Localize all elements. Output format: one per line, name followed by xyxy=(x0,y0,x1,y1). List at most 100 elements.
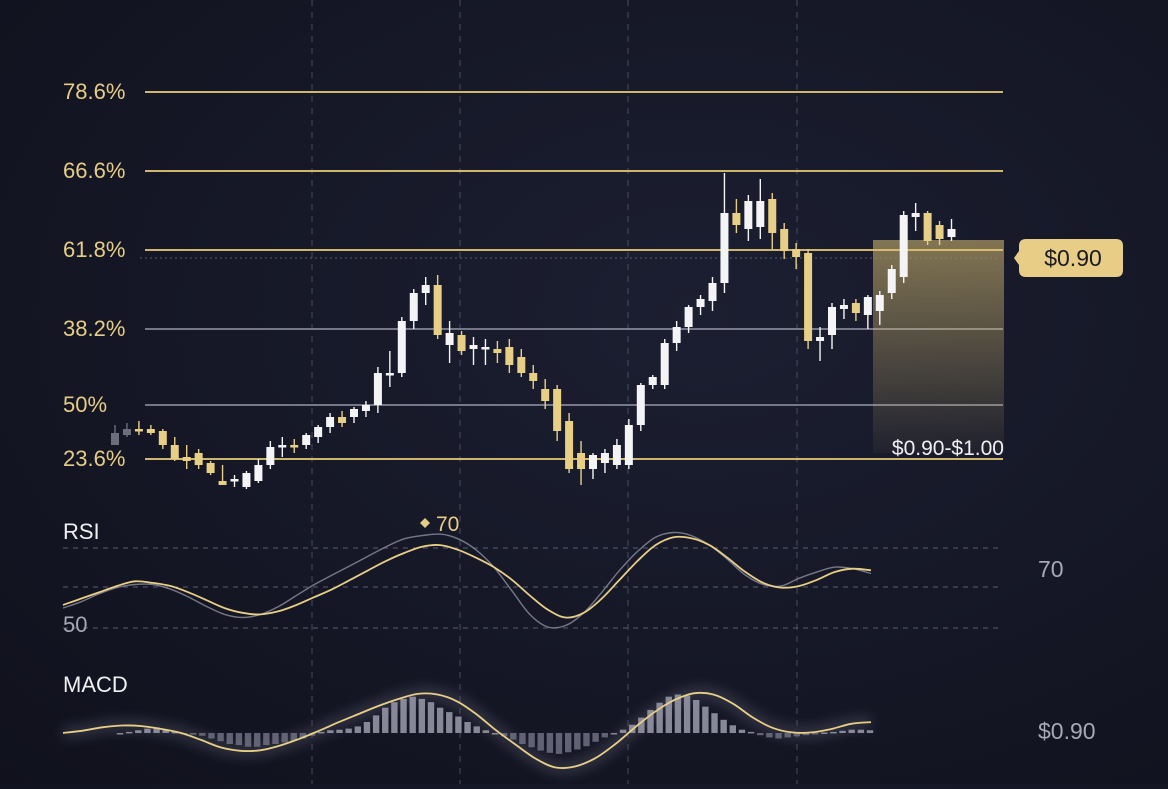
candle xyxy=(445,321,454,363)
candle xyxy=(373,367,382,413)
candle-body xyxy=(182,457,191,461)
candle xyxy=(804,249,813,349)
candle-body xyxy=(816,337,825,341)
macd-histogram-bar xyxy=(482,730,490,733)
macd-histogram-bar xyxy=(125,731,133,734)
candle xyxy=(397,317,406,377)
candle xyxy=(947,219,956,241)
candle xyxy=(756,179,765,239)
macd-histogram-bar xyxy=(409,696,416,733)
candle-body xyxy=(111,433,119,445)
macd-histogram-bar xyxy=(811,733,819,735)
macd-histogram-bar xyxy=(244,733,252,747)
candle-body xyxy=(230,479,239,482)
candle-body xyxy=(696,299,705,307)
macd-histogram-bar xyxy=(226,733,233,744)
candle-body xyxy=(529,373,538,381)
macd-histogram-bar xyxy=(446,712,453,733)
candle xyxy=(600,449,609,473)
macd-histogram-bar xyxy=(336,729,343,733)
candle-body xyxy=(839,305,848,309)
candle-body xyxy=(469,345,478,349)
candle-body xyxy=(887,269,896,293)
macd-histogram-bar xyxy=(574,733,581,750)
macd-histogram-bar xyxy=(135,730,142,733)
macd-histogram-bar xyxy=(272,733,279,744)
macd-histogram-bar xyxy=(345,728,352,733)
candle xyxy=(624,419,633,469)
candle-body xyxy=(589,455,597,469)
macd-histogram-bar xyxy=(610,733,618,735)
candle xyxy=(768,193,777,249)
macd-histogram-bar xyxy=(839,730,846,733)
candle xyxy=(828,303,836,349)
candle-body xyxy=(146,429,155,433)
macd-histogram-bar xyxy=(775,733,782,739)
candle-body xyxy=(600,453,609,463)
candle-body xyxy=(170,445,179,459)
macd-histogram-bar xyxy=(583,733,590,747)
macd-histogram-bar xyxy=(857,729,865,733)
macd-histogram-bar xyxy=(235,733,243,746)
chart-svg: 78.6% 66.6% 61.8% 38.2% 50% 23.6% $0.90-$1.00… xyxy=(62,0,1123,784)
macd-histogram-bar xyxy=(848,729,855,733)
candle xyxy=(505,339,514,373)
macd-histogram-bar xyxy=(363,722,371,733)
candle xyxy=(816,327,825,361)
candle-body xyxy=(935,225,944,239)
price-tag-value: $0.90 xyxy=(1044,245,1102,271)
candle-body xyxy=(361,405,370,411)
candle-body xyxy=(242,473,251,487)
macd-histogram-bar xyxy=(821,732,828,734)
rsi-left-label: 50 xyxy=(63,612,87,637)
macd-histogram-bar xyxy=(683,695,691,733)
candle xyxy=(278,437,287,457)
candle xyxy=(409,289,418,329)
candle-body xyxy=(517,357,526,373)
candle-body xyxy=(122,429,131,435)
candle-body xyxy=(732,213,741,225)
fib-level-label: 66.6% xyxy=(63,158,125,183)
rsi-right-label: 70 xyxy=(1038,556,1064,582)
candle-body xyxy=(684,307,693,327)
rsi-title: RSI xyxy=(63,519,100,544)
candle xyxy=(326,413,335,433)
macd-histogram-bar xyxy=(619,729,627,733)
candle-body xyxy=(421,285,430,293)
candle xyxy=(134,421,143,435)
macd-histogram-bar xyxy=(510,733,517,740)
candle-body xyxy=(624,425,633,465)
macd-histogram-bar xyxy=(866,730,874,733)
candle xyxy=(457,331,466,355)
candle xyxy=(577,441,586,485)
candle-body xyxy=(923,213,932,241)
candle xyxy=(350,407,358,423)
macd-histogram-bar xyxy=(455,716,462,733)
candle-body xyxy=(708,283,717,301)
candle-body xyxy=(612,445,621,465)
rsi-series-line xyxy=(62,531,872,629)
macd-histogram-bar xyxy=(564,733,572,753)
macd-histogram-bar xyxy=(601,733,608,738)
candle xyxy=(254,459,263,483)
candle xyxy=(529,365,538,389)
candle-body xyxy=(792,249,801,257)
candle-body xyxy=(875,295,884,311)
candle-body xyxy=(218,481,227,485)
macd-right-label: $0.90 xyxy=(1038,718,1096,744)
chart-area: 78.6% 66.6% 61.8% 38.2% 50% 23.6% $0.90-$1.00… xyxy=(0,0,1168,784)
macd-histogram-bar xyxy=(199,733,206,736)
candle-body xyxy=(326,417,335,427)
macd-histogram-bar xyxy=(318,731,325,734)
macd-histogram-bar xyxy=(830,731,837,734)
rsi-lines xyxy=(62,531,872,629)
candle-body xyxy=(194,453,203,465)
macd-title: MACD xyxy=(63,672,128,697)
candle xyxy=(170,437,179,461)
candle xyxy=(517,349,526,377)
candle xyxy=(851,299,860,321)
candle-body xyxy=(493,349,502,353)
candle xyxy=(206,461,215,475)
candle-body xyxy=(899,215,908,277)
candle-body xyxy=(660,343,669,385)
